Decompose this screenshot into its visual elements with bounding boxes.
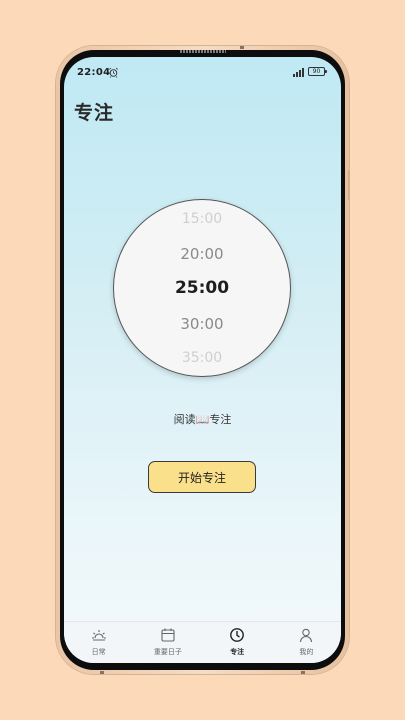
picker-option-selected[interactable]: 25:00: [114, 278, 290, 298]
frame-notch-dot: [301, 671, 305, 674]
duration-picker[interactable]: 15:00 20:00 25:00 30:00 35:00: [113, 199, 291, 377]
nav-item-daily[interactable]: 日常: [64, 622, 133, 663]
nav-item-focus[interactable]: 专注: [203, 622, 272, 663]
frame-notch-dot: [100, 671, 104, 674]
picker-option[interactable]: 20:00: [114, 245, 290, 263]
speaker-grille: [180, 50, 226, 53]
battery-icon: 90: [308, 67, 327, 76]
frame-notch-dot: [240, 46, 244, 49]
clock-icon: [230, 628, 245, 642]
bottom-nav: 日常 重要日子 专注 我的: [64, 621, 341, 663]
user-icon: [300, 628, 313, 643]
app-screen: 22:04 90 专注 15:00 20:00 25:00 30:00 35:0…: [64, 57, 341, 663]
picker-option[interactable]: 35:00: [114, 350, 290, 366]
volume-button: [348, 170, 350, 200]
signal-icon: [293, 68, 304, 77]
start-focus-button[interactable]: 开始专注: [148, 461, 256, 493]
nav-label: 日常: [91, 648, 106, 656]
task-label[interactable]: 阅读📖专注: [64, 411, 341, 427]
picker-option[interactable]: 30:00: [114, 315, 290, 333]
sun-icon: [91, 630, 106, 641]
nav-label: 专注: [230, 648, 245, 656]
nav-label: 重要日子: [153, 648, 182, 656]
alarm-icon: [109, 67, 118, 78]
nav-item-important-days[interactable]: 重要日子: [133, 622, 202, 663]
page-title: 专注: [74, 102, 115, 124]
nav-label: 我的: [299, 648, 314, 656]
nav-item-mine[interactable]: 我的: [272, 622, 341, 663]
calendar-icon: [161, 628, 175, 642]
status-bar: 22:04 90: [64, 57, 341, 87]
picker-option[interactable]: 15:00: [114, 211, 290, 227]
status-time: 22:04: [77, 67, 111, 78]
